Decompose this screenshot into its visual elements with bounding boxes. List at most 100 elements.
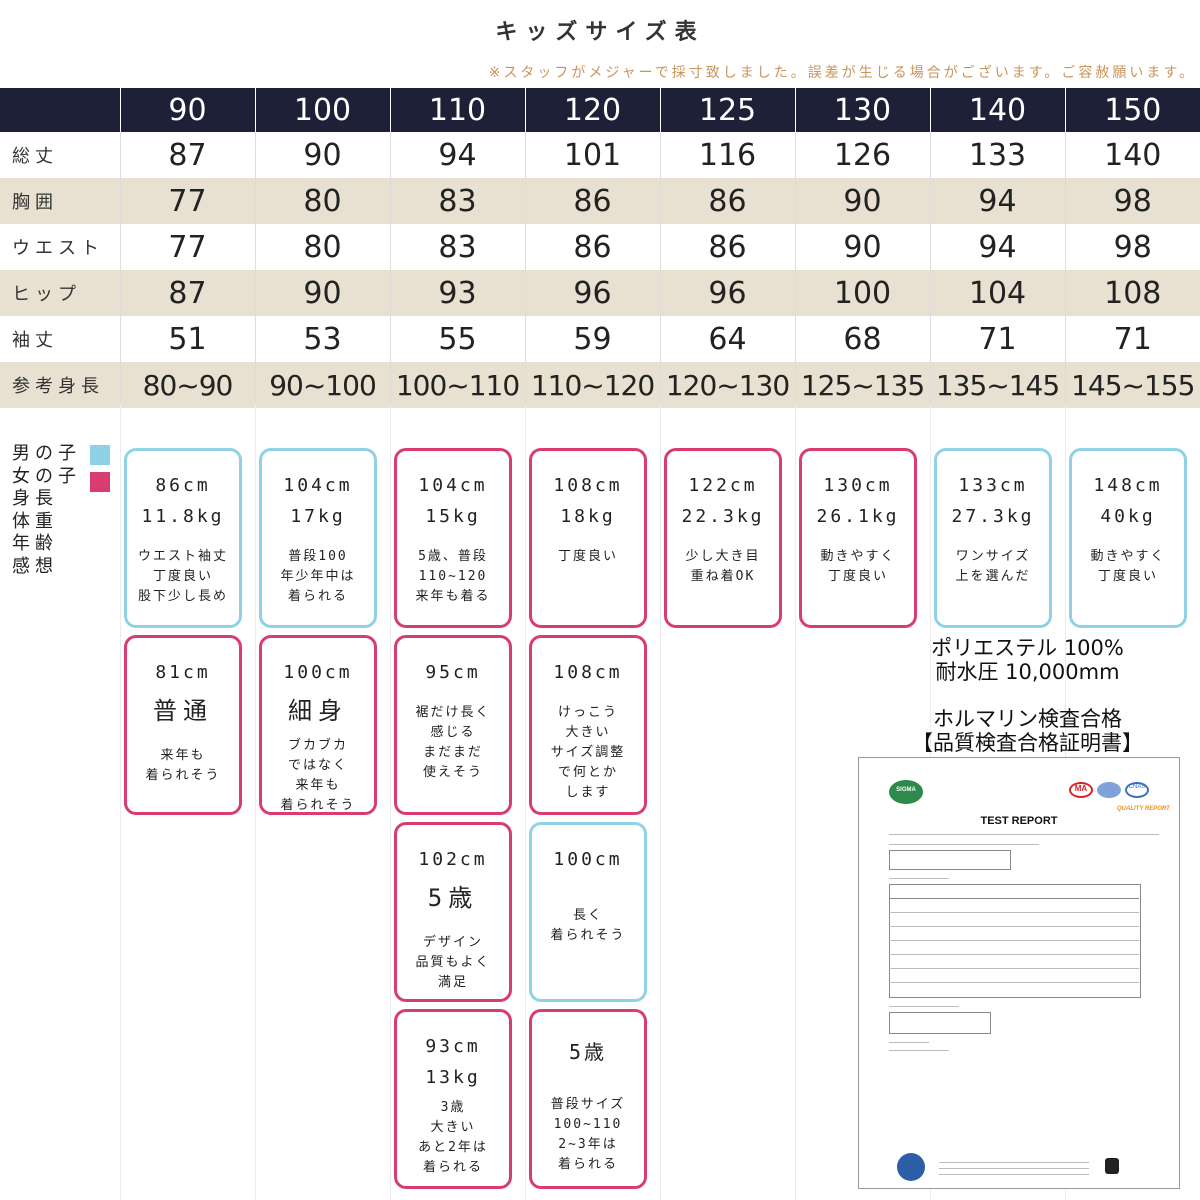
- ilac-badge-icon: [1097, 782, 1121, 798]
- size-header-row: 90 100 110 120 125 130 140 150: [0, 88, 1200, 132]
- card-weight: 11.8kg: [141, 506, 225, 527]
- table-row: ウエスト 77 80 83 86 86 90 94 98: [0, 224, 1200, 270]
- review-card: 108cm 18kg 丁度良い: [529, 448, 647, 628]
- boy-swatch: [90, 445, 110, 465]
- table-cell: 101: [524, 132, 660, 178]
- card-comment: 丁度良い: [557, 549, 618, 564]
- size-header: 130: [794, 88, 930, 132]
- table-cell: 51: [119, 316, 255, 362]
- table-row: 袖丈 51 53 55 59 64 68 71 71: [0, 316, 1200, 362]
- column-divider: [660, 404, 661, 1200]
- legend: 男の子 女の子 身長 体重 年齢 感想: [12, 443, 81, 578]
- card-height: 108cm: [553, 662, 623, 683]
- table-row: 参考身長 80~90 90~100 100~110 110~120 120~13…: [0, 362, 1200, 408]
- card-height: 93cm: [425, 1036, 481, 1057]
- report-table: [889, 850, 1011, 870]
- size-header: 125: [659, 88, 795, 132]
- row-label: ヒップ: [0, 270, 120, 316]
- report-line: [889, 834, 1159, 835]
- table-cell: 80~90: [119, 362, 255, 408]
- table-cell: 53: [254, 316, 390, 362]
- card-weight: 40kg: [1100, 506, 1156, 527]
- material-info: ポリエステル 100% 耐水圧 10,000mm: [855, 636, 1200, 684]
- card-weight: 22.3kg: [681, 506, 765, 527]
- legend-girl: 女の子: [12, 465, 81, 487]
- report-line: [889, 898, 1139, 899]
- card-comment: ワンサイズ 上を選んだ: [955, 549, 1031, 584]
- card-height: 104cm: [418, 475, 488, 496]
- table-cell: 64: [659, 316, 795, 362]
- column-divider: [525, 404, 526, 1200]
- size-header: 150: [1064, 88, 1200, 132]
- table-cell: 98: [1064, 224, 1200, 270]
- card-comment: 少し大き目 重ね着OK: [685, 549, 761, 584]
- report-line: [889, 926, 1139, 927]
- girl-swatch: [90, 472, 110, 492]
- table-cell: 87: [119, 270, 255, 316]
- table-cell: 120~130: [659, 362, 795, 408]
- test-report-image: SIGMA MA CNAS QUALITY REPORT TEST REPORT: [858, 757, 1180, 1189]
- material-line: ポリエステル 100%: [931, 636, 1124, 660]
- column-divider: [390, 404, 391, 1200]
- table-cell: 100: [794, 270, 930, 316]
- row-label: 総丈: [12, 146, 58, 167]
- card-comment: デザイン 品質もよく 満足: [415, 935, 491, 990]
- table-cell: 94: [929, 178, 1065, 224]
- table-cell: 93: [389, 270, 525, 316]
- card-height: 104cm: [283, 475, 353, 496]
- table-cell: 90~100: [254, 362, 390, 408]
- quality-report-label: QUALITY REPORT: [1117, 806, 1170, 812]
- report-line: [889, 1042, 929, 1043]
- review-card: 148cm 40kg 動きやすく 丁度良い: [1069, 448, 1187, 628]
- card-height: 81cm: [155, 662, 211, 683]
- row-label: 袖丈: [12, 330, 58, 351]
- card-comment: けっこう 大きい サイズ調整 で何とか します: [550, 705, 626, 800]
- report-line: [889, 912, 1139, 913]
- certification-info: ホルマリン検査合格 【品質検査合格証明書】: [855, 707, 1200, 755]
- review-card: 86cm 11.8kg ウエスト袖丈 丁度良い 股下少し長め: [124, 448, 242, 628]
- review-card: 133cm 27.3kg ワンサイズ 上を選んだ: [934, 448, 1052, 628]
- table-cell: 86: [524, 178, 660, 224]
- row-label: 参考身長: [0, 362, 120, 408]
- table-cell: 90: [254, 132, 390, 178]
- cert-subtitle: 【品質検査合格証明書】: [912, 731, 1143, 755]
- review-card: 95cm 裾だけ長く 感じる まだまだ 使えそう: [394, 635, 512, 815]
- card-comment: ウエスト袖丈 丁度良い 股下少し長め: [137, 549, 228, 604]
- table-cell: 68: [794, 316, 930, 362]
- review-card: 93cm 13kg 3歳 大きい あと2年は 着られる: [394, 1009, 512, 1189]
- report-line: [889, 1050, 949, 1051]
- table-cell: 90: [794, 178, 930, 224]
- report-table: [889, 1012, 991, 1034]
- legend-height: 身長: [12, 488, 58, 509]
- review-card: 104cm 17kg 普段100 年少年中は 着られる: [259, 448, 377, 628]
- table-cell: 94: [929, 224, 1065, 270]
- size-header: 100: [254, 88, 390, 132]
- table-cell: 90: [794, 224, 930, 270]
- table-row: ヒップ 87 90 93 96 96 100 104 108: [0, 270, 1200, 316]
- card-comment: ブカブカ ではなく 来年も 着られそう: [280, 738, 356, 813]
- card-comment: 動きやすく 丁度良い: [1090, 549, 1166, 584]
- card-comment: 長く 着られそう: [550, 908, 626, 943]
- report-line: [889, 844, 1039, 845]
- column-divider: [795, 404, 796, 1200]
- card-height: 102cm: [418, 849, 488, 870]
- review-card: 104cm 15kg 5歳、普段 110~120 来年も着る: [394, 448, 512, 628]
- legend-age: 年齢: [12, 533, 58, 554]
- table-cell: 98: [1064, 178, 1200, 224]
- table-cell: 135~145: [929, 362, 1065, 408]
- card-age: 5歳: [568, 1040, 608, 1064]
- column-divider: [255, 404, 256, 1200]
- card-comment: 動きやすく 丁度良い: [820, 549, 896, 584]
- table-cell: 55: [389, 316, 525, 362]
- cnas-badge-icon: CNAS: [1125, 782, 1149, 798]
- card-height: 100cm: [553, 849, 623, 870]
- table-cell: 86: [524, 224, 660, 270]
- table-cell: 104: [929, 270, 1065, 316]
- report-line: [889, 954, 1139, 955]
- globe-icon: [897, 1153, 925, 1181]
- table-cell: 116: [659, 132, 795, 178]
- review-card: 130cm 26.1kg 動きやすく 丁度良い: [799, 448, 917, 628]
- table-cell: 83: [389, 224, 525, 270]
- card-build: 細身: [288, 697, 348, 725]
- card-weight: 15kg: [425, 506, 481, 527]
